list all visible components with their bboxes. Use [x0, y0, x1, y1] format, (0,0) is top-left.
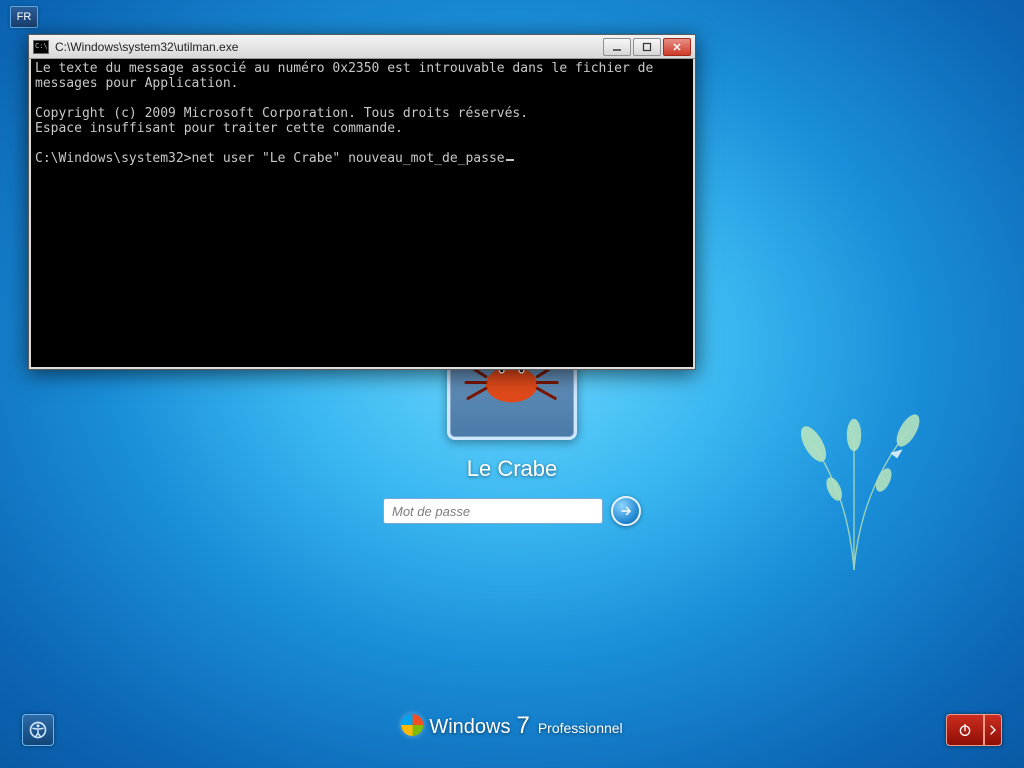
brand-version: 7: [516, 712, 529, 740]
minimize-icon: [612, 42, 622, 52]
maximize-button[interactable]: [633, 38, 661, 56]
language-indicator[interactable]: FR: [10, 6, 38, 28]
decorative-plant: [764, 380, 944, 580]
brand-product: Windows: [429, 716, 510, 739]
power-options-dropdown[interactable]: [984, 714, 1002, 746]
window-titlebar[interactable]: C:\Windows\system32\utilman.exe: [29, 35, 695, 59]
windows-logo-icon: [401, 714, 423, 736]
arrow-right-icon: [619, 504, 633, 518]
maximize-icon: [642, 42, 652, 52]
chevron-right-icon: [985, 722, 1001, 738]
submit-login-button[interactable]: [611, 496, 641, 526]
password-input[interactable]: [383, 498, 603, 524]
accessibility-icon: [28, 720, 48, 740]
command-prompt-window: C:\Windows\system32\utilman.exe Le texte…: [28, 34, 696, 370]
terminal-output[interactable]: Le texte du message associé au numéro 0x…: [29, 59, 695, 369]
windows-brand: Windows 7 Professionnel: [401, 711, 622, 740]
close-button[interactable]: [663, 38, 691, 56]
shutdown-button[interactable]: [946, 714, 984, 746]
power-options: [946, 714, 1002, 746]
username-label: Le Crabe: [383, 456, 641, 482]
close-icon: [672, 42, 682, 52]
minimize-button[interactable]: [603, 38, 631, 56]
ease-of-access-button[interactable]: [22, 714, 54, 746]
brand-edition: Professionnel: [538, 720, 623, 736]
window-title: C:\Windows\system32\utilman.exe: [55, 40, 603, 54]
power-icon: [957, 722, 973, 738]
cmd-icon: [33, 40, 49, 54]
